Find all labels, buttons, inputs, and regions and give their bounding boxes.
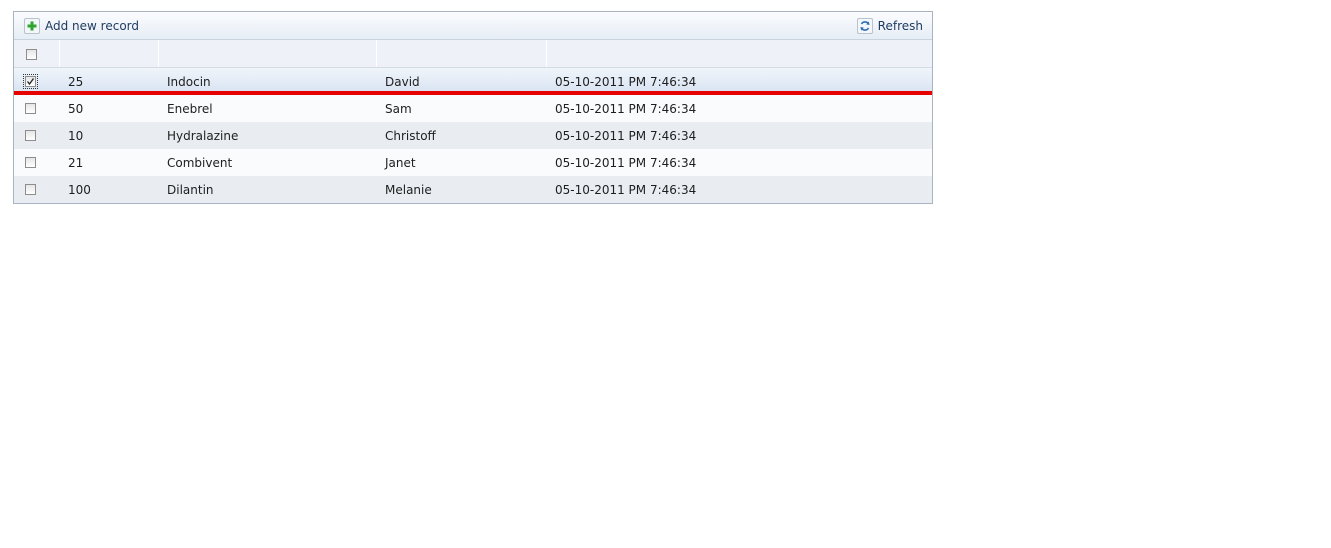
drug-cell: Dilantin (167, 182, 214, 197)
date-cell: 05-10-2011 PM 7:46:34 (555, 74, 697, 89)
grid-header (14, 40, 932, 68)
grid-toolbar: Add new record Refresh (14, 12, 932, 40)
table-row[interactable]: 21 Combivent Janet 05-10-2011 PM 7:46:34 (14, 149, 932, 176)
patient-cell: David (385, 74, 420, 89)
select-all-checkbox[interactable] (26, 49, 37, 60)
refresh-icon (856, 18, 873, 34)
row-select-cell (14, 176, 60, 203)
row-checkbox[interactable] (25, 184, 36, 195)
row-select-cell (14, 68, 60, 95)
qty-cell: 21 (68, 155, 84, 170)
row-checkbox[interactable] (25, 103, 36, 114)
refresh-button[interactable]: Refresh (856, 17, 923, 35)
patient-cell: Janet (385, 155, 416, 170)
table-row[interactable]: 100 Dilantin Melanie 05-10-2011 PM 7:46:… (14, 176, 932, 203)
row-checkbox[interactable] (23, 74, 38, 89)
header-column-2[interactable] (159, 40, 377, 67)
refresh-label: Refresh (877, 19, 923, 33)
row-select-cell (14, 95, 60, 122)
header-select-column (14, 40, 60, 67)
date-cell: 05-10-2011 PM 7:46:34 (555, 101, 697, 116)
qty-cell: 25 (68, 74, 84, 89)
drug-cell: Combivent (167, 155, 233, 170)
table-row[interactable]: 10 Hydralazine Christoff 05-10-2011 PM 7… (14, 122, 932, 149)
date-cell: 05-10-2011 PM 7:46:34 (555, 155, 697, 170)
patient-cell: Sam (385, 101, 412, 116)
header-column-4[interactable] (547, 40, 932, 67)
date-cell: 05-10-2011 PM 7:46:34 (555, 182, 697, 197)
plus-icon (24, 18, 40, 34)
qty-cell: 50 (68, 101, 84, 116)
header-column-1[interactable] (60, 40, 159, 67)
drug-cell: Indocin (167, 74, 211, 89)
patient-cell: Melanie (385, 182, 432, 197)
data-grid: Add new record Refresh 25 Indocin David … (13, 11, 933, 204)
add-new-record-label: Add new record (45, 19, 139, 33)
row-checkbox[interactable] (25, 130, 36, 141)
row-select-cell (14, 149, 60, 176)
date-cell: 05-10-2011 PM 7:46:34 (555, 128, 697, 143)
table-row[interactable]: 25 Indocin David 05-10-2011 PM 7:46:34 (14, 68, 932, 95)
drug-cell: Enebrel (167, 101, 213, 116)
header-column-3[interactable] (377, 40, 547, 67)
drug-cell: Hydralazine (167, 128, 239, 143)
patient-cell: Christoff (385, 128, 436, 143)
add-new-record-button[interactable]: Add new record (24, 17, 139, 35)
table-row[interactable]: 50 Enebrel Sam 05-10-2011 PM 7:46:34 (14, 95, 932, 122)
grid-body: 25 Indocin David 05-10-2011 PM 7:46:34 5… (14, 68, 932, 203)
row-select-cell (14, 122, 60, 149)
qty-cell: 100 (68, 182, 91, 197)
row-checkbox[interactable] (25, 157, 36, 168)
qty-cell: 10 (68, 128, 84, 143)
